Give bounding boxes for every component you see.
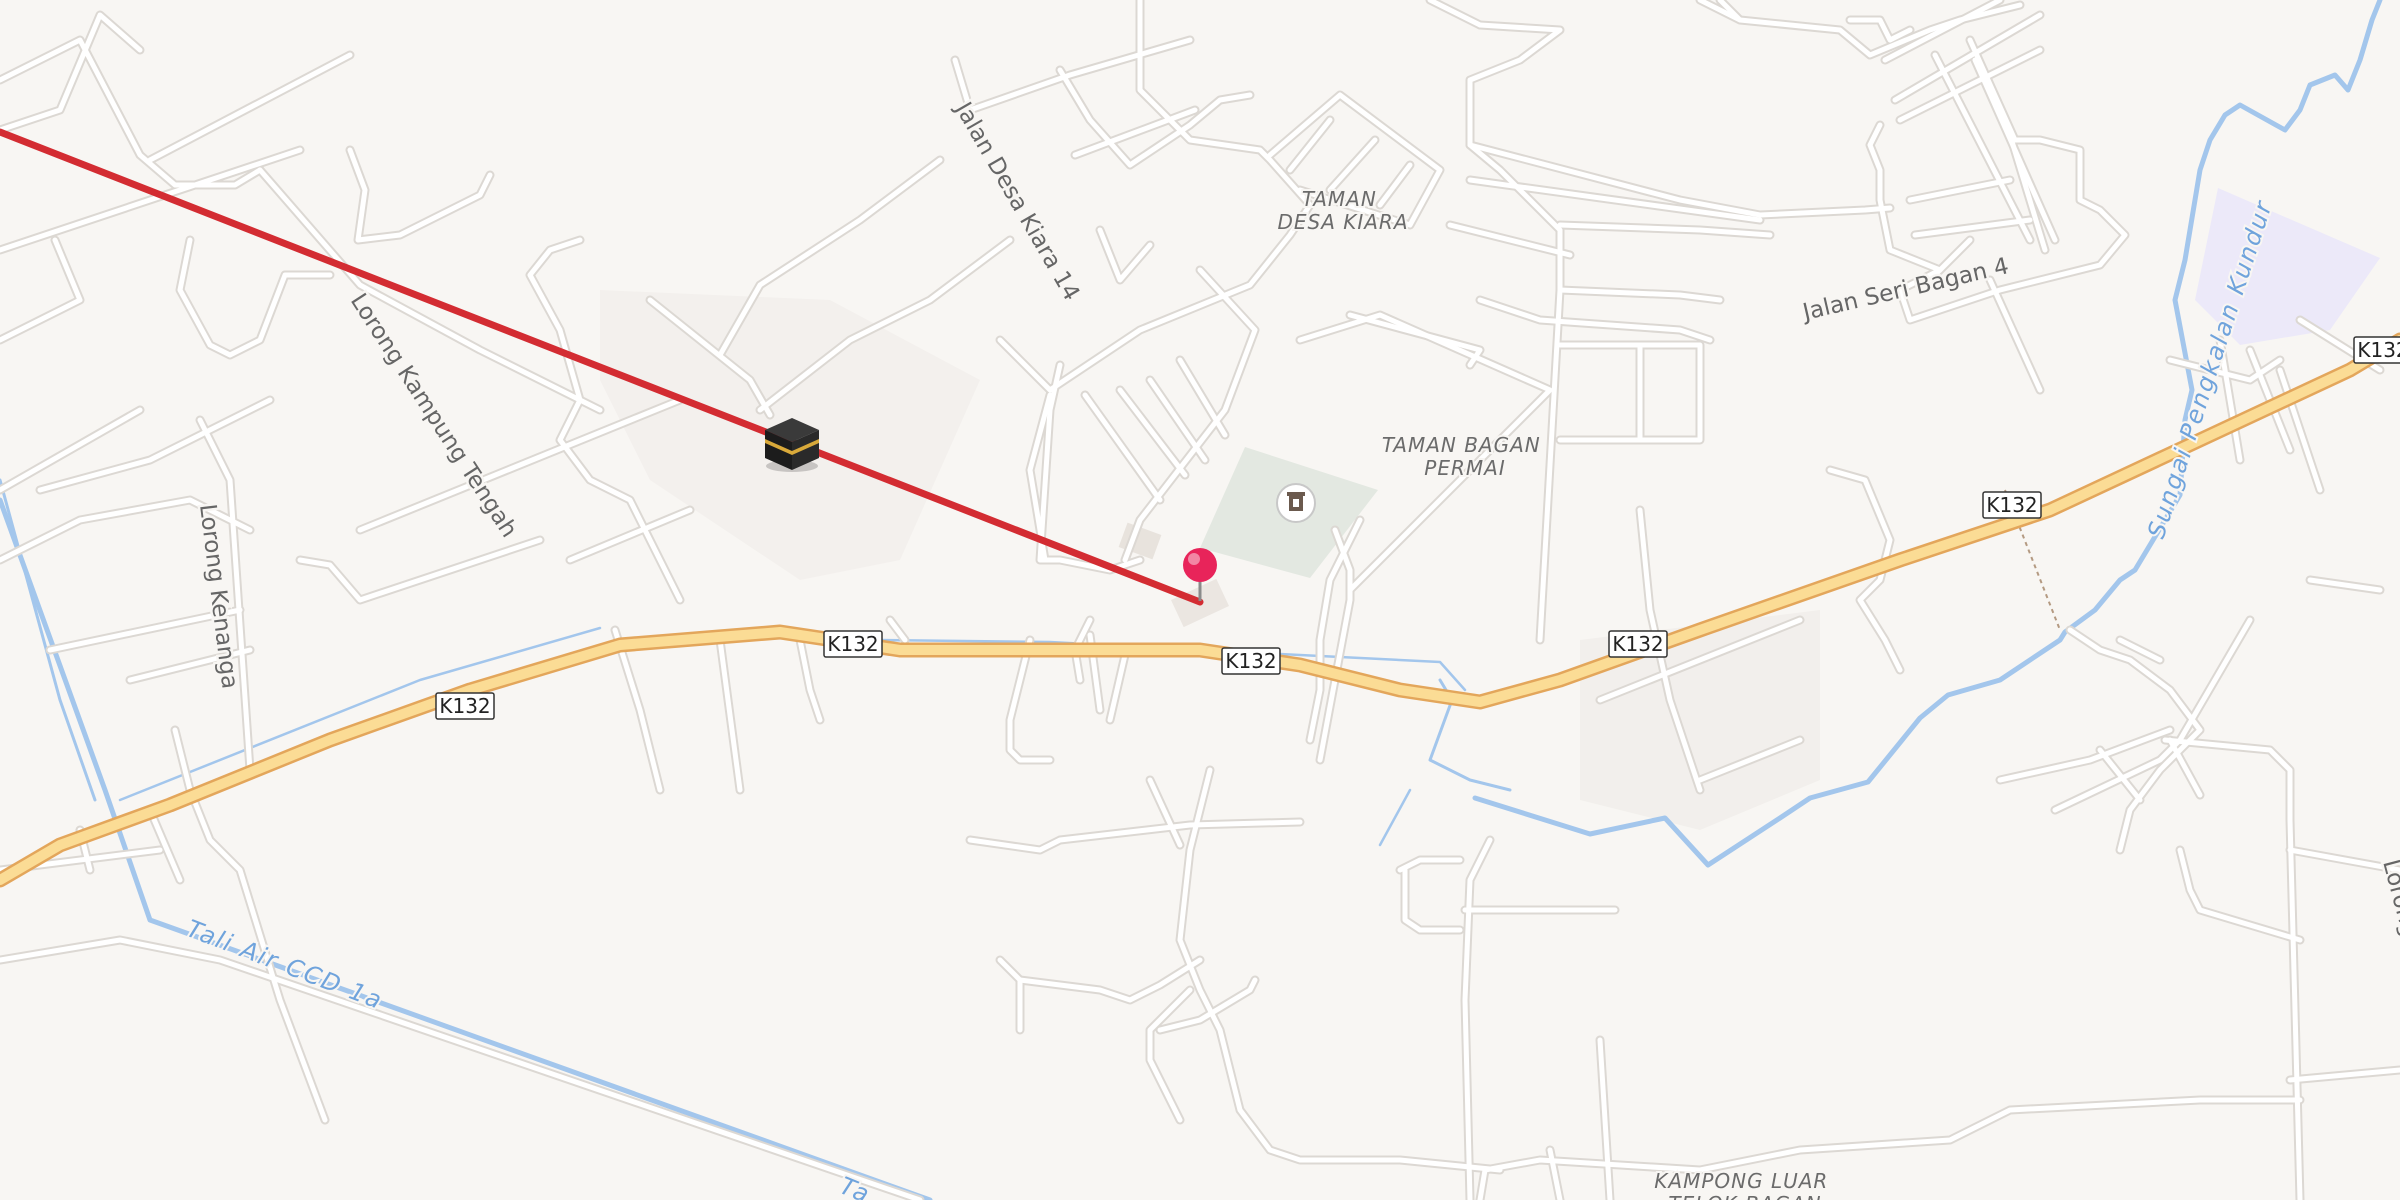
water-label-tali-air: Tali Air CCD 1a [183,914,387,1015]
route-shield-label: K132 [1612,632,1663,656]
place-label-line: TAMAN [1302,187,1377,211]
route-shield: K132 [1221,647,1281,675]
map-view[interactable]: Jalan Desa Kiara 14 Lorong Kampung Tenga… [0,0,2400,1200]
route-shield: K132 [435,692,495,720]
route-shield-label: K132 [439,694,490,718]
place-label-line: DESA KIARA [1277,210,1408,234]
pin-head [1183,548,1217,582]
route-shield-label: K132 [827,632,878,656]
place-label-line: KAMPONG LUAR [1654,1169,1828,1193]
monument-icon-door [1293,499,1299,507]
place-label-line: PERMAI [1424,456,1505,480]
route-shield-label: K132 [1225,649,1276,673]
landuse-areas [600,188,2380,830]
route-shield: K132 [823,630,883,658]
place-label-kampong-luar-telok-bagan: KAMPONG LUAR TELOK BAGAN [1654,1169,1835,1200]
route-shield: K132 [1982,491,2042,519]
route-shield: K132 [1608,630,1668,658]
street-label-lorong-edge: Lorong [2377,857,2400,940]
monument-icon[interactable] [1276,483,1316,523]
drain [118,626,602,802]
monument-icon-top [1287,492,1305,496]
place-label-line: TAMAN BAGAN [1382,433,1541,457]
place-label-line: TELOK BAGAN [1668,1192,1821,1200]
map-canvas[interactable]: Jalan Desa Kiara 14 Lorong Kampung Tenga… [0,0,2400,1200]
route-shield-label: K132 [2357,338,2400,362]
water-labels: Tali Air CCD 1a Sungai Pengkalan Kundur … [181,194,2280,1200]
route-shield-label: K132 [1986,493,2037,517]
place-label-taman-bagan-permai: TAMAN BAGAN PERMAI [1382,433,1548,480]
pin-highlight [1188,553,1200,565]
drain [1378,788,1412,847]
route-shield: K132 [2353,336,2400,364]
